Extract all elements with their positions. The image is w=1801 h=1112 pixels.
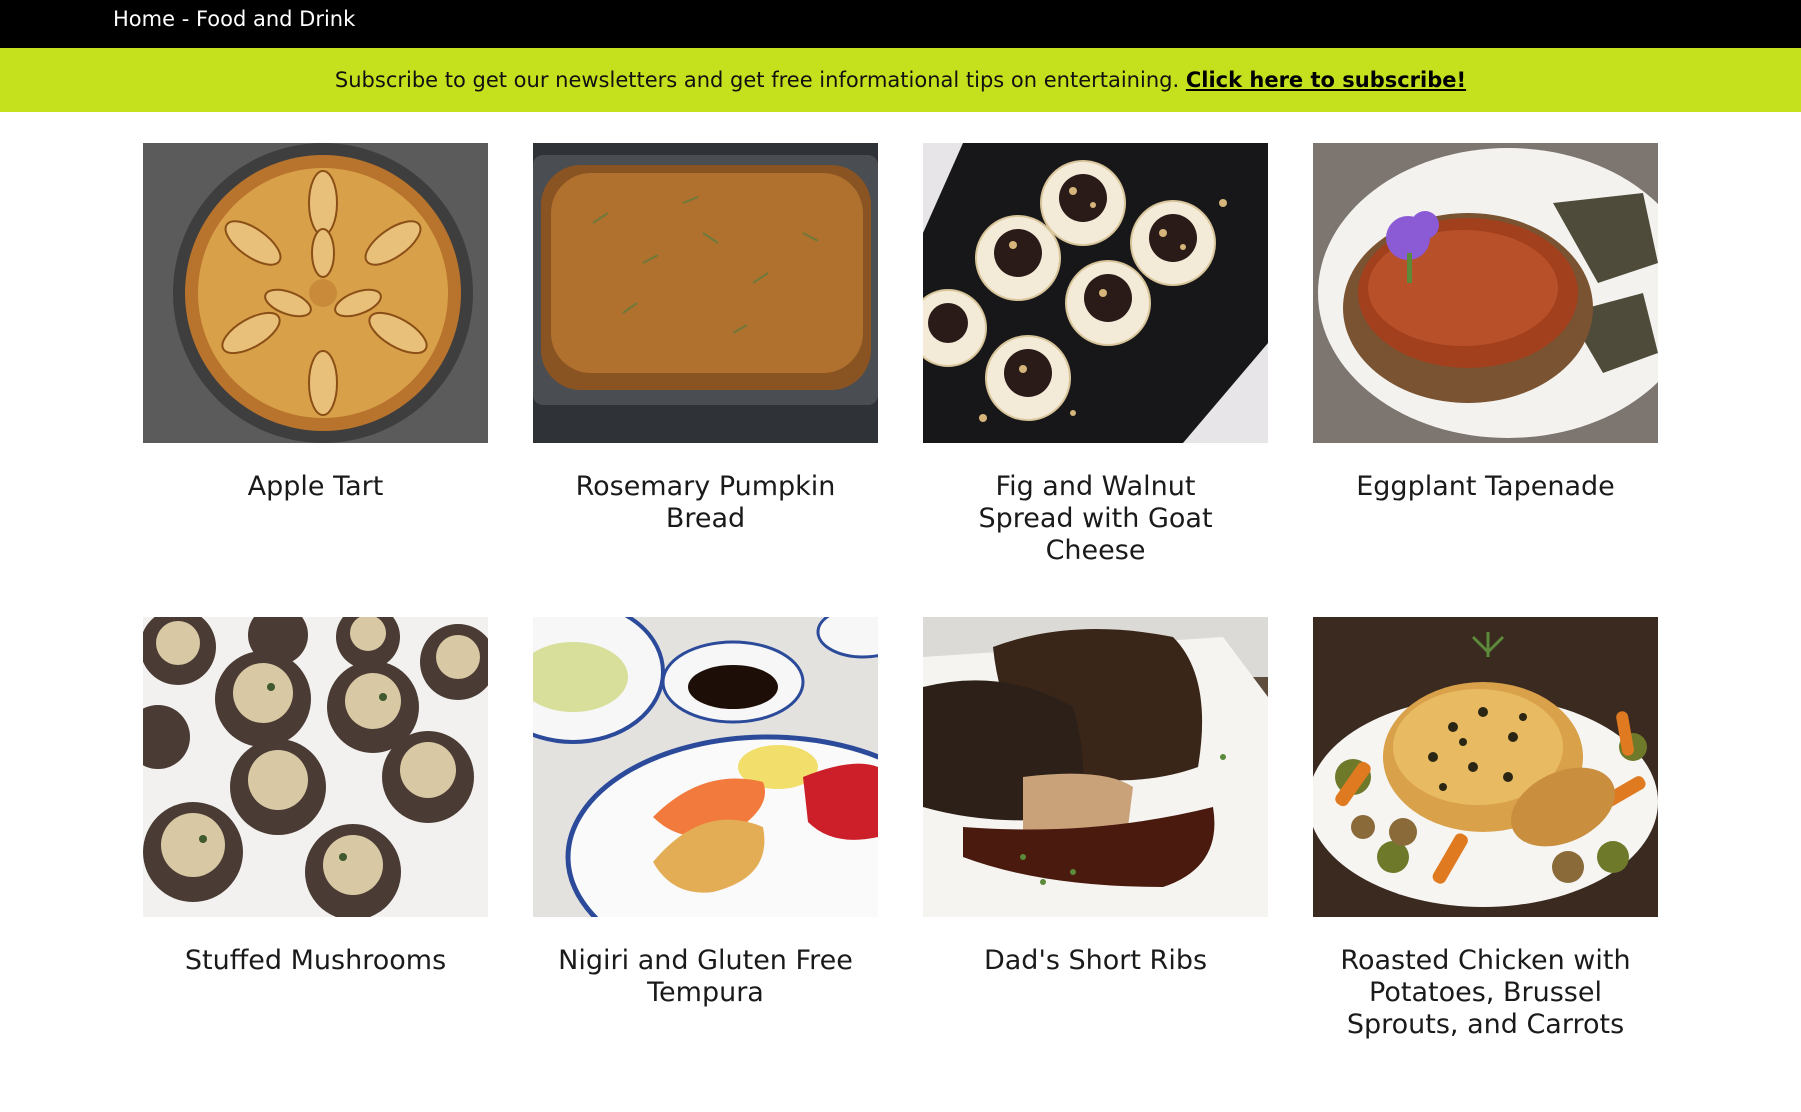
recipe-title[interactable]: Rosemary Pumpkin Bread bbox=[556, 471, 856, 535]
recipe-card[interactable]: Nigiri and Gluten Free Tempura bbox=[533, 617, 878, 1009]
recipe-title[interactable]: Stuffed Mushrooms bbox=[166, 945, 466, 977]
top-navigation-bar: Home - Food and Drink bbox=[0, 0, 1801, 48]
recipe-title[interactable]: Roasted Chicken with Potatoes, Brussel S… bbox=[1336, 945, 1636, 1041]
nigiri-tempura-photo[interactable] bbox=[533, 617, 878, 917]
recipe-card[interactable]: Stuffed Mushrooms bbox=[143, 617, 488, 977]
roasted-chicken-photo[interactable] bbox=[1313, 617, 1658, 917]
breadcrumb-current: Food and Drink bbox=[195, 7, 356, 31]
pumpkin-bread-photo[interactable] bbox=[533, 143, 878, 443]
recipe-card[interactable]: Apple Tart bbox=[143, 143, 488, 503]
recipe-card[interactable]: Dad's Short Ribs bbox=[923, 617, 1268, 977]
breadcrumb: Home - Food and Drink bbox=[113, 7, 355, 31]
stuffed-mushrooms-photo[interactable] bbox=[143, 617, 488, 917]
subscribe-text: Subscribe to get our newsletters and get… bbox=[334, 68, 1180, 92]
recipe-title[interactable]: Nigiri and Gluten Free Tempura bbox=[556, 945, 856, 1009]
recipe-title[interactable]: Dad's Short Ribs bbox=[946, 945, 1246, 977]
recipe-title[interactable]: Eggplant Tapenade bbox=[1336, 471, 1636, 503]
recipe-card[interactable]: Roasted Chicken with Potatoes, Brussel S… bbox=[1313, 617, 1658, 1041]
subscribe-link[interactable]: Click here to subscribe! bbox=[1186, 68, 1466, 92]
short-ribs-photo[interactable] bbox=[923, 617, 1268, 917]
apple-tart-photo[interactable] bbox=[143, 143, 488, 443]
recipe-title[interactable]: Apple Tart bbox=[166, 471, 466, 503]
recipe-card[interactable]: Eggplant Tapenade bbox=[1313, 143, 1658, 503]
recipe-title[interactable]: Fig and Walnut Spread with Goat Cheese bbox=[946, 471, 1246, 567]
breadcrumb-home-link[interactable]: Home bbox=[113, 7, 175, 31]
fig-walnut-crackers-photo[interactable] bbox=[923, 143, 1268, 443]
breadcrumb-separator: - bbox=[175, 7, 196, 31]
recipe-card[interactable]: Fig and Walnut Spread with Goat Cheese bbox=[923, 143, 1268, 567]
recipe-card[interactable]: Rosemary Pumpkin Bread bbox=[533, 143, 878, 535]
eggplant-tapenade-photo[interactable] bbox=[1313, 143, 1658, 443]
subscribe-banner: Subscribe to get our newsletters and get… bbox=[0, 48, 1801, 112]
